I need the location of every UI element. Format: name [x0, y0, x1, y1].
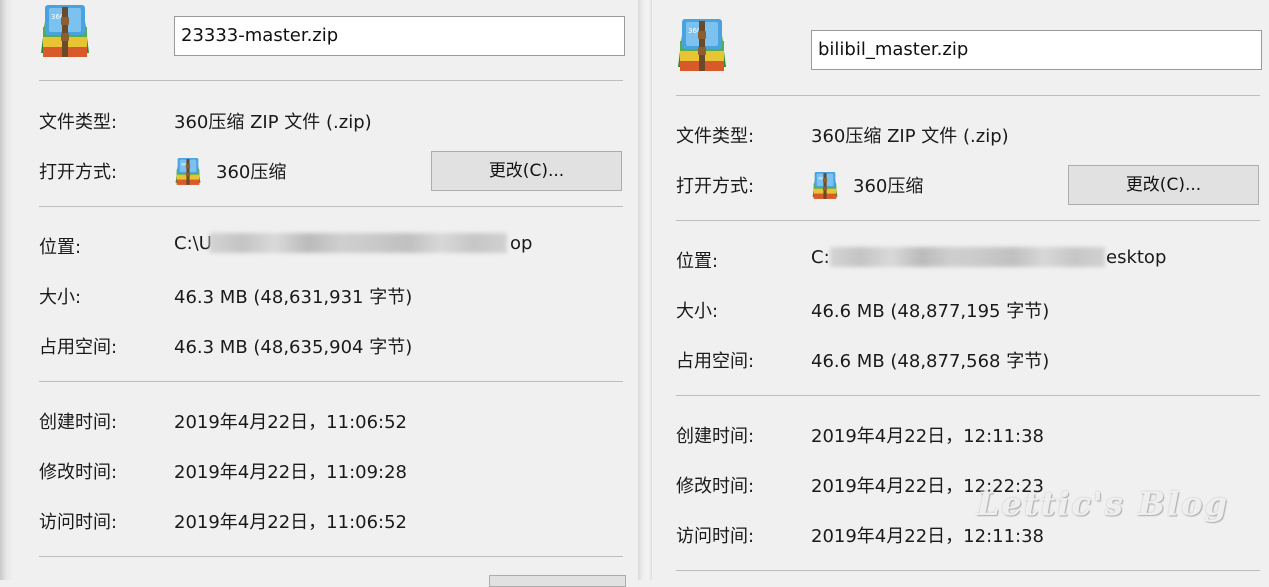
file-type-label: 文件类型: [676, 126, 755, 147]
partial-button[interactable] [489, 575, 626, 587]
created-label: 创建时间: [676, 426, 755, 447]
window-edge [0, 0, 13, 580]
location-redacted [209, 233, 507, 253]
location-suffix: op [510, 233, 533, 254]
separator [39, 206, 623, 207]
size-on-disk-label: 占用空间: [676, 351, 755, 372]
separator [676, 570, 1260, 571]
open-with-app: 360压缩 [216, 162, 287, 183]
change-button[interactable]: 更改(C)... [1068, 165, 1259, 205]
size-value: 46.6 MB (48,877,195 字节) [811, 301, 1050, 322]
location-label: 位置: [39, 237, 82, 258]
created-label: 创建时间: [39, 412, 118, 433]
winrar-archive-icon [39, 3, 91, 61]
file-name-input[interactable]: bilibil_master.zip [811, 30, 1262, 70]
location-suffix: esktop [1106, 247, 1167, 268]
winrar-archive-icon [676, 17, 728, 75]
location-prefix: C: [811, 247, 830, 268]
accessed-value: 2019年4月22日，12:11:38 [811, 526, 1045, 547]
file-type-label: 文件类型: [39, 112, 118, 133]
360zip-icon [174, 157, 202, 187]
properties-panel-left: 23333-master.zip 文件类型: 360压缩 ZIP 文件 (.zi… [13, 0, 638, 587]
360zip-icon [811, 171, 839, 201]
modified-label: 修改时间: [39, 462, 118, 483]
separator [676, 220, 1260, 221]
size-on-disk-value: 46.6 MB (48,877,568 字节) [811, 351, 1050, 372]
watermark: Lettic's Blog [977, 485, 1229, 523]
file-type-value: 360压缩 ZIP 文件 (.zip) [811, 126, 1009, 147]
created-value: 2019年4月22日，11:06:52 [174, 412, 408, 433]
open-with-app: 360压缩 [853, 176, 924, 197]
accessed-label: 访问时间: [676, 526, 755, 547]
created-value: 2019年4月22日，12:11:38 [811, 426, 1045, 447]
location-prefix: C:\U [174, 233, 212, 254]
file-type-value: 360压缩 ZIP 文件 (.zip) [174, 112, 372, 133]
separator [39, 556, 623, 557]
size-label: 大小: [676, 301, 719, 322]
accessed-value: 2019年4月22日，11:06:52 [174, 512, 408, 533]
location-redacted [830, 247, 1105, 267]
separator [676, 95, 1260, 96]
file-name-input[interactable]: 23333-master.zip [174, 16, 625, 56]
open-with-label: 打开方式: [676, 176, 755, 197]
location-label: 位置: [676, 251, 719, 272]
open-with-label: 打开方式: [39, 162, 118, 183]
modified-value: 2019年4月22日，11:09:28 [174, 462, 408, 483]
separator [676, 395, 1260, 396]
size-label: 大小: [39, 287, 82, 308]
modified-label: 修改时间: [676, 476, 755, 497]
separator [39, 80, 623, 81]
size-on-disk-value: 46.3 MB (48,635,904 字节) [174, 337, 413, 358]
window-divider [638, 0, 652, 580]
accessed-label: 访问时间: [39, 512, 118, 533]
size-on-disk-label: 占用空间: [39, 337, 118, 358]
separator [39, 381, 623, 382]
size-value: 46.3 MB (48,631,931 字节) [174, 287, 413, 308]
change-button[interactable]: 更改(C)... [431, 151, 622, 191]
properties-panel-right: bilibil_master.zip 文件类型: 360压缩 ZIP 文件 (.… [652, 0, 1269, 580]
